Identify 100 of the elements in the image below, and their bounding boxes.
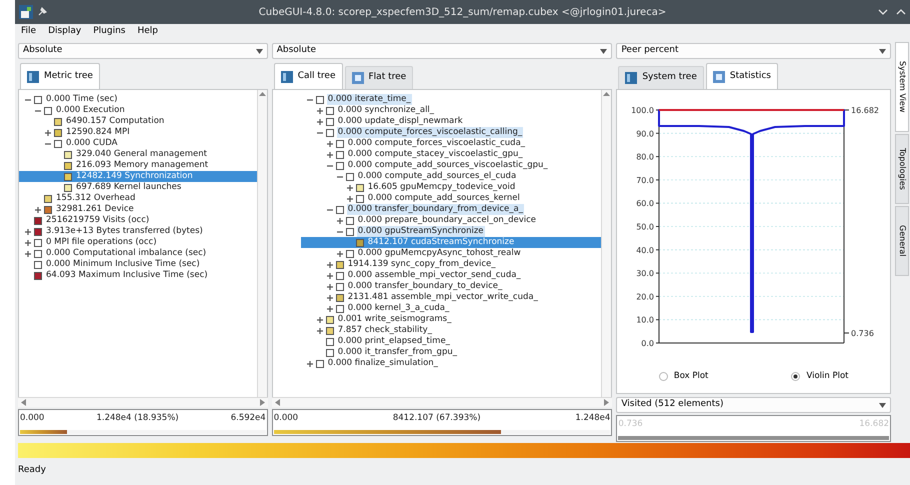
tree-item[interactable]: 1914.139 sync_copy_from_device_ [300, 259, 602, 270]
tree-item[interactable]: 0.000 CUDA [19, 138, 257, 149]
tree-item[interactable]: 0.000 Execution [19, 105, 257, 116]
expand-icon[interactable] [336, 250, 343, 256]
tree-item[interactable]: 0.000 Time (sec) [19, 94, 257, 105]
radio-icon[interactable] [791, 372, 800, 381]
tree-item[interactable]: 6490.157 Computation [19, 116, 257, 127]
tree-item[interactable]: 2131.481 assemble_mpi_vector_write_cuda_ [300, 292, 602, 303]
tab[interactable]: Flat tree [344, 66, 414, 89]
expand-icon[interactable] [25, 228, 31, 234]
expand-icon[interactable] [316, 316, 323, 322]
side-tab[interactable]: Topologies [895, 134, 910, 204]
expand-icon[interactable] [326, 294, 333, 300]
horizontal-scrollbar[interactable] [18, 397, 268, 407]
scroll-up-icon[interactable] [603, 90, 610, 98]
tree-item[interactable]: 0.000 update_displ_newmark [300, 116, 602, 127]
collapse-icon[interactable] [326, 162, 333, 168]
vertical-scrollbar[interactable] [601, 90, 612, 397]
collapse-icon[interactable] [336, 174, 343, 180]
tree-item[interactable]: 0.000 Minimum Inclusive Time (sec) [19, 259, 257, 270]
expand-icon[interactable] [346, 184, 353, 190]
maximize-icon[interactable] [896, 8, 906, 16]
collapse-icon[interactable] [306, 96, 313, 102]
collapse-icon[interactable] [35, 108, 41, 114]
tree-item[interactable]: 0.000 gpuStreamSynchronize [300, 226, 602, 237]
expand-icon[interactable] [316, 328, 323, 334]
tree-item[interactable]: 0.000 Computational imbalance (sec) [19, 248, 257, 259]
collapse-icon[interactable] [336, 228, 343, 234]
tree-item[interactable]: 7.857 check_stability_ [300, 325, 602, 336]
vertical-scrollbar[interactable] [256, 90, 267, 397]
collapse-icon[interactable] [316, 130, 323, 136]
radio-option[interactable]: Box Plot [658, 370, 708, 383]
side-tab[interactable]: System View [895, 42, 910, 132]
tree-item[interactable]: 0.000 compute_stacey_viscoelastic_gpu_ [300, 149, 602, 160]
tree-item[interactable]: 0.000 assemble_mpi_vector_send_cuda_ [300, 270, 602, 281]
menu-item[interactable]: Help [138, 25, 158, 39]
expand-icon[interactable] [25, 250, 31, 256]
scroll-right-icon[interactable] [604, 399, 610, 406]
expand-icon[interactable] [326, 284, 333, 290]
tree-item[interactable]: 0.000 print_elapsed_time_ [300, 336, 602, 347]
expand-icon[interactable] [326, 140, 333, 146]
tree-item[interactable]: 0.000 transfer_boundary_to_device_ [300, 281, 602, 292]
side-tab[interactable]: General [895, 206, 910, 276]
tree-item[interactable]: 0.000 it_transfer_from_gpu_ [300, 347, 602, 358]
expand-icon[interactable] [306, 360, 313, 366]
minimize-icon[interactable] [878, 8, 888, 16]
tree-item[interactable]: 0.001 write_seismograms_ [300, 314, 602, 325]
expand-icon[interactable] [346, 196, 353, 202]
expand-icon[interactable] [45, 130, 51, 136]
mode-dropdown[interactable]: Visited (512 elements) [616, 397, 892, 413]
mode-dropdown[interactable]: Absolute [272, 43, 612, 59]
mode-dropdown[interactable]: Peer percent [616, 43, 892, 59]
horizontal-scrollbar[interactable] [272, 397, 612, 407]
expand-icon[interactable] [326, 152, 333, 158]
tree-item[interactable]: 0.000 compute_add_sources_el_cuda [300, 171, 602, 182]
collapse-icon[interactable] [25, 96, 31, 102]
expand-icon[interactable] [326, 272, 333, 278]
tree-item[interactable]: 0 MPI file operations (occ) [19, 237, 257, 248]
scroll-left-icon[interactable] [21, 399, 26, 406]
collapse-icon[interactable] [326, 206, 333, 212]
pin-icon[interactable] [37, 7, 47, 17]
radio-option[interactable]: Violin Plot [791, 370, 848, 383]
tab[interactable]: System tree [618, 66, 704, 89]
tab[interactable]: Call tree [274, 63, 342, 89]
expand-icon[interactable] [35, 206, 41, 212]
tree-item[interactable]: 3.913e+13 Bytes transferred (bytes) [19, 226, 257, 237]
tab[interactable]: Metric tree [20, 63, 100, 89]
tree-item[interactable]: 216.093 Memory management [19, 160, 257, 171]
expand-icon[interactable] [326, 306, 333, 312]
tree-item[interactable]: 2516219759 Visits (occ) [19, 215, 257, 226]
tree-item[interactable]: 697.689 Kernel launches [19, 182, 257, 193]
expand-icon[interactable] [316, 118, 323, 124]
tree-item[interactable]: 0.000 transfer_boundary_from_device_a_ [300, 204, 602, 215]
menu-item[interactable]: Display [48, 25, 82, 39]
expand-icon[interactable] [25, 240, 31, 246]
collapse-icon[interactable] [45, 140, 51, 146]
tree-item[interactable]: 32981.261 Device [19, 204, 257, 215]
tree-item[interactable]: 0.000 compute_add_sources_viscoelastic_gpu_ [300, 160, 602, 171]
tree-item[interactable]: 0.000 kernel_3_a_cuda_ [300, 303, 602, 314]
tree-item[interactable]: 0.000 compute_forces_viscoelastic_cuda_ [300, 138, 602, 149]
tree-item[interactable]: 0.000 prepare_boundary_accel_on_device [300, 215, 602, 226]
menu-item[interactable]: Plugins [93, 25, 126, 39]
tree-item[interactable]: 16.605 gpuMemcpy_todevice_void [300, 182, 602, 193]
tree-item[interactable]: 0.000 gpuMemcpyAsync_tohost_realw [300, 248, 602, 259]
tree-item[interactable]: 64.093 Maximum Inclusive Time (sec) [19, 270, 257, 281]
tree-item[interactable]: 0.000 compute_forces_viscoelastic_calling_ [300, 127, 602, 138]
tree-item[interactable]: 0.000 synchronize_all_ [300, 105, 602, 116]
scroll-up-icon[interactable] [258, 90, 266, 98]
scroll-right-icon[interactable] [260, 399, 265, 406]
tree-item[interactable]: 155.312 Overhead [19, 193, 257, 204]
scroll-left-icon[interactable] [274, 399, 280, 406]
tree-item[interactable]: 329.040 General management [19, 149, 257, 160]
menu-item[interactable]: File [21, 25, 36, 39]
tab[interactable]: Statistics [706, 63, 778, 89]
tree-item[interactable]: 12590.824 MPI [19, 127, 257, 138]
radio-icon[interactable] [658, 372, 668, 381]
tree-item[interactable]: 0.000 compute_add_sources_kernel [300, 193, 602, 204]
expand-icon[interactable] [336, 218, 343, 224]
mode-dropdown[interactable]: Absolute [18, 43, 268, 59]
expand-icon[interactable] [326, 262, 333, 268]
